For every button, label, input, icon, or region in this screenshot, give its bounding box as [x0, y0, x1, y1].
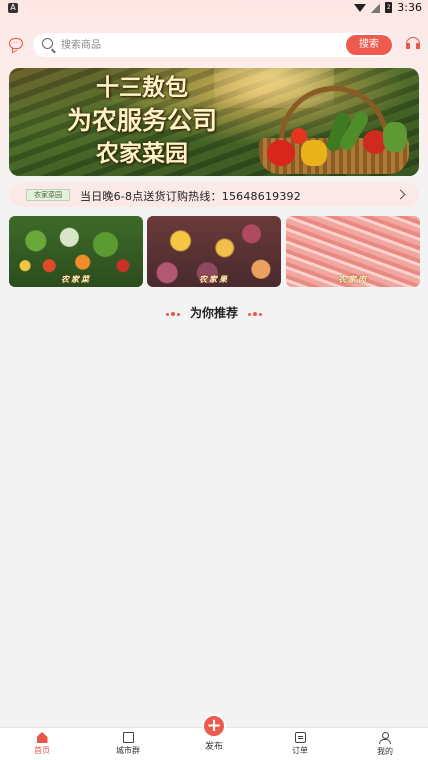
- city-icon: [122, 732, 134, 743]
- app-notification-icon: A: [8, 3, 18, 13]
- user-icon: [379, 732, 391, 744]
- banner-line-1: 十三敖包: [96, 74, 188, 101]
- recommend-section-title: 为你推荐: [0, 304, 428, 321]
- category-label: 农家肉: [338, 275, 368, 284]
- promo-banner[interactable]: 十三敖包 为农服务公司 农家菜园: [9, 68, 419, 176]
- notice-bar[interactable]: 农家菜园 当日晚6-8点送货订购热线：15648619392: [9, 183, 419, 207]
- nav-publish[interactable]: + 发布: [184, 714, 244, 752]
- category-fruits[interactable]: 农家果: [147, 216, 281, 287]
- nav-city[interactable]: 城市群: [98, 732, 158, 756]
- notice-text: 当日晚6-8点送货订购热线：15648619392: [80, 190, 301, 203]
- search-button[interactable]: 搜索: [346, 35, 392, 55]
- banner-line-3: 农家菜园: [96, 140, 188, 167]
- order-icon: [294, 732, 306, 743]
- category-label: 农家菜: [61, 275, 91, 284]
- plus-icon[interactable]: +: [202, 714, 226, 738]
- search-icon: [42, 38, 53, 49]
- battery-icon: 2: [385, 2, 393, 13]
- status-time: 3:36: [397, 1, 422, 14]
- search-row: ··· 搜索: [0, 33, 428, 57]
- signal-icon: [371, 2, 381, 13]
- nav-home-label: 首页: [34, 746, 50, 755]
- category-meat[interactable]: 农家肉: [286, 216, 420, 287]
- nav-orders[interactable]: 订单: [270, 732, 330, 756]
- nav-profile[interactable]: 我的: [355, 732, 415, 757]
- nav-profile-label: 我的: [377, 747, 393, 756]
- home-icon: [36, 732, 48, 743]
- status-bar: A 2 3:36: [0, 0, 428, 18]
- nav-orders-label: 订单: [292, 746, 308, 755]
- nav-city-label: 城市群: [116, 746, 140, 755]
- category-label: 农家果: [199, 275, 229, 284]
- customer-service-icon[interactable]: [406, 37, 420, 50]
- chevron-right-icon: [395, 189, 406, 200]
- search-box[interactable]: 搜索: [33, 33, 393, 57]
- section-title-text: 为你推荐: [189, 306, 238, 320]
- decor-dots-right: [247, 307, 263, 321]
- search-input[interactable]: [61, 37, 331, 53]
- nav-home[interactable]: 首页: [12, 732, 72, 756]
- wifi-icon: [354, 3, 367, 12]
- banner-line-2: 为农服务公司: [66, 106, 217, 135]
- nav-publish-label: 发布: [204, 742, 223, 752]
- banner-title: 十三敖包 为农服务公司 农家菜园: [47, 72, 237, 170]
- notice-logo: 农家菜园: [26, 189, 70, 201]
- category-vegetables[interactable]: 农家菜: [9, 216, 143, 287]
- message-icon[interactable]: ···: [9, 38, 23, 49]
- decor-dots-left: [165, 307, 181, 321]
